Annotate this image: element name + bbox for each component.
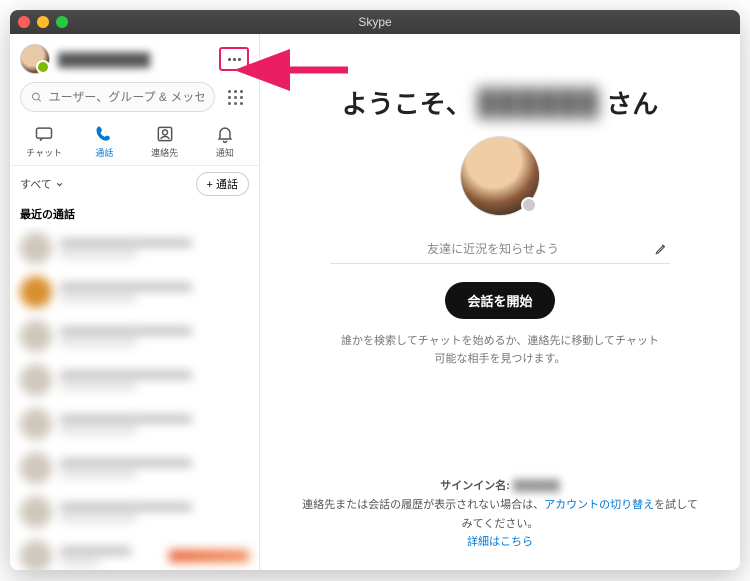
footer: サインイン名: ██████ 連絡先または会話の履歴が表示されない場合は、アカウ… <box>300 477 700 560</box>
search-input[interactable] <box>49 90 204 104</box>
edit-icon[interactable] <box>654 242 668 256</box>
nav-tabs: チャット 通話 連絡先 通知 <box>10 120 259 166</box>
tab-calls[interactable]: 通話 <box>79 124 129 159</box>
list-item[interactable] <box>10 226 259 270</box>
recent-calls-list <box>10 226 259 570</box>
list-item[interactable] <box>10 314 259 358</box>
start-conversation-button[interactable]: 会話を開始 <box>445 282 554 319</box>
filter-row: すべて + 通話 <box>10 166 259 202</box>
search-row <box>10 80 259 120</box>
help-text: 誰かを検索してチャットを始めるか、連絡先に移動してチャット可能な相手を見つけます… <box>340 333 660 368</box>
switch-account-link[interactable]: アカウントの切り替え <box>544 499 654 511</box>
new-call-button[interactable]: + 通話 <box>196 172 249 196</box>
phone-icon <box>94 124 114 144</box>
profile-avatar[interactable] <box>460 136 540 216</box>
app-window: Skype ██████████ <box>10 10 740 570</box>
tab-contacts[interactable]: 連絡先 <box>140 124 190 159</box>
chat-icon <box>34 124 54 144</box>
signin-value: ██████ <box>513 480 560 492</box>
list-item[interactable] <box>10 534 259 570</box>
user-avatar[interactable] <box>20 44 50 74</box>
main-panel: ようこそ、 ██████ さん 友達に近況を知らせよう 会話を開始 誰かを検索し… <box>260 34 740 570</box>
titlebar: Skype <box>10 10 740 34</box>
list-item[interactable] <box>10 402 259 446</box>
chevron-down-icon <box>55 180 64 189</box>
signin-label: サインイン名: <box>440 480 510 492</box>
bell-icon <box>215 124 235 144</box>
status-indicator <box>521 197 537 213</box>
welcome-heading: ようこそ、 ██████ さん <box>342 84 659 121</box>
contacts-icon <box>155 124 175 144</box>
tab-chat[interactable]: チャット <box>19 124 69 159</box>
list-item[interactable] <box>10 270 259 314</box>
filter-dropdown[interactable]: すべて <box>20 176 64 192</box>
list-item[interactable] <box>10 358 259 402</box>
status-message-row[interactable]: 友達に近況を知らせよう <box>330 234 670 264</box>
section-header-recent: 最近の通話 <box>10 202 259 226</box>
list-item[interactable] <box>10 490 259 534</box>
tab-notifications[interactable]: 通知 <box>200 124 250 159</box>
more-menu-button[interactable] <box>219 47 249 71</box>
details-link[interactable]: 詳細はこちら <box>467 536 533 548</box>
list-item[interactable] <box>10 446 259 490</box>
content: ██████████ チャット <box>10 34 740 570</box>
user-display-name: ██████████ <box>58 52 211 67</box>
ellipsis-icon <box>228 58 231 61</box>
dialpad-button[interactable] <box>221 83 249 111</box>
status-placeholder: 友達に近況を知らせよう <box>332 240 654 257</box>
window-title: Skype <box>10 15 740 29</box>
sidebar: ██████████ チャット <box>10 34 260 570</box>
search-icon <box>31 91 43 104</box>
user-header: ██████████ <box>10 34 259 80</box>
search-box[interactable] <box>20 82 215 112</box>
